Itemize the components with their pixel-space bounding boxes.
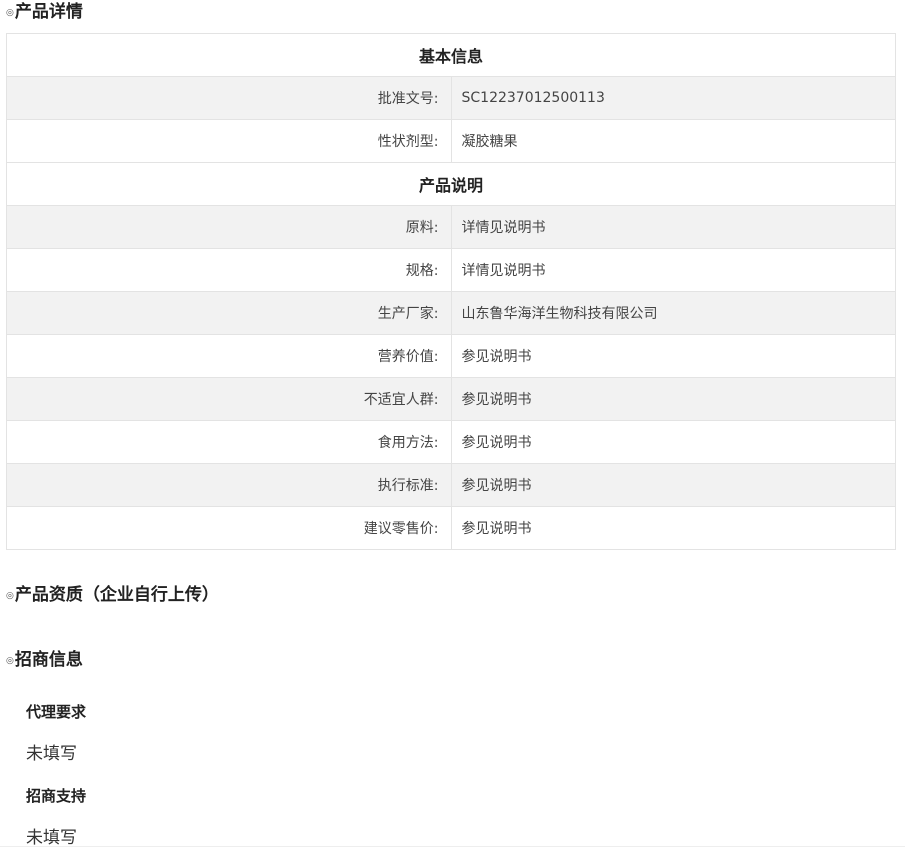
table-row: 批准文号: SC12237012500113 xyxy=(6,76,896,120)
product-detail-table: 基本信息 批准文号: SC12237012500113 性状剂型: 凝胶糖果 产… xyxy=(6,33,896,550)
table-row: 建议零售价: 参见说明书 xyxy=(6,506,896,550)
dosage-form-value: 凝胶糖果 xyxy=(450,119,896,163)
basic-info-header: 基本信息 xyxy=(6,33,896,77)
standard-value: 参见说明书 xyxy=(450,463,896,507)
circle-dot-icon: ◎ xyxy=(6,591,14,601)
manufacturer-label: 生产厂家: xyxy=(6,291,452,335)
table-row: 食用方法: 参见说明书 xyxy=(6,420,896,464)
qualification-title-text: 产品资质（企业自行上传） xyxy=(14,585,219,605)
specification-value: 详情见说明书 xyxy=(450,248,896,292)
manufacturer-value: 山东鲁华海洋生物科技有限公司 xyxy=(450,291,896,335)
circle-dot-icon: ◎ xyxy=(6,8,14,18)
product-desc-header-row: 产品说明 xyxy=(6,162,896,206)
retail-price-value: 参见说明书 xyxy=(450,506,896,550)
investment-title-text: 招商信息 xyxy=(14,650,83,670)
product-detail-title: ◎产品详情 xyxy=(6,0,83,24)
specification-label: 规格: xyxy=(6,248,452,292)
nutrition-label: 营养价值: xyxy=(6,334,452,378)
table-row: 不适宜人群: 参见说明书 xyxy=(6,377,896,421)
product-desc-header: 产品说明 xyxy=(6,162,896,206)
table-row: 执行标准: 参见说明书 xyxy=(6,463,896,507)
approval-number-value: SC12237012500113 xyxy=(450,76,896,120)
unsuitable-people-value: 参见说明书 xyxy=(450,377,896,421)
usage-label: 食用方法: xyxy=(6,420,452,464)
nutrition-value: 参见说明书 xyxy=(450,334,896,378)
qualification-title: ◎产品资质（企业自行上传） xyxy=(6,583,219,607)
standard-label: 执行标准: xyxy=(6,463,452,507)
product-detail-title-text: 产品详情 xyxy=(14,2,83,22)
investment-title: ◎招商信息 xyxy=(6,648,83,672)
retail-price-label: 建议零售价: xyxy=(6,506,452,550)
usage-value: 参见说明书 xyxy=(450,420,896,464)
basic-info-header-row: 基本信息 xyxy=(6,33,896,77)
unsuitable-people-label: 不适宜人群: xyxy=(6,377,452,421)
table-row: 生产厂家: 山东鲁华海洋生物科技有限公司 xyxy=(6,291,896,335)
agent-requirement-value: 未填写 xyxy=(26,744,77,764)
ingredients-label: 原料: xyxy=(6,205,452,249)
ingredients-value: 详情见说明书 xyxy=(450,205,896,249)
agent-requirement-label: 代理要求 xyxy=(26,703,87,721)
circle-dot-icon: ◎ xyxy=(6,656,14,666)
table-row: 性状剂型: 凝胶糖果 xyxy=(6,119,896,163)
table-row: 规格: 详情见说明书 xyxy=(6,248,896,292)
table-row: 营养价值: 参见说明书 xyxy=(6,334,896,378)
table-row: 原料: 详情见说明书 xyxy=(6,205,896,249)
bottom-divider xyxy=(0,846,905,847)
dosage-form-label: 性状剂型: xyxy=(6,119,452,163)
investment-support-label: 招商支持 xyxy=(26,787,87,805)
approval-number-label: 批准文号: xyxy=(6,76,452,120)
